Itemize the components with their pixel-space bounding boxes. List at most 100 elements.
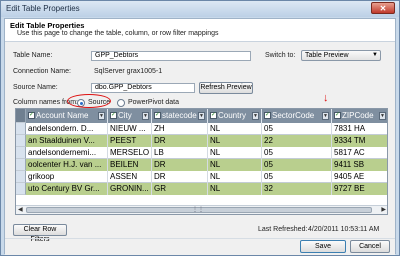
column-header-zipcode[interactable]: ✓ ZIPCode ▼ — [332, 109, 387, 123]
row-selector[interactable] — [16, 123, 26, 135]
window-title: Edit Table Properties — [6, 4, 80, 13]
cell-city: ASSEN — [108, 171, 152, 183]
row-selector[interactable] — [16, 147, 26, 159]
cell-zipcode: 9727 BE — [332, 183, 387, 195]
annotation-arrow-icon: ↓ — [323, 92, 329, 104]
page-title: Edit Table Properties — [10, 21, 85, 30]
cell-statecode: ZH — [152, 123, 208, 135]
edit-table-properties-dialog: Edit Table Properties ✕ Edit Table Prope… — [0, 0, 400, 256]
row-selector[interactable] — [16, 159, 26, 171]
filter-dropdown-icon[interactable]: ▼ — [322, 112, 329, 120]
cell-statecode: DR — [152, 159, 208, 171]
refresh-preview-button[interactable]: Refresh Preview — [199, 82, 253, 94]
cell-city: BEILEN — [108, 159, 152, 171]
column-header-country[interactable]: ✓ Country ▼ — [208, 109, 262, 123]
cell-city: MERSELO — [108, 147, 152, 159]
checkbox-icon[interactable]: ✓ — [210, 112, 217, 119]
cell-statecode: DR — [152, 135, 208, 147]
checkbox-icon[interactable]: ✓ — [264, 112, 271, 119]
filter-dropdown-icon[interactable]: ▼ — [379, 112, 386, 120]
filter-dropdown-icon[interactable]: ▼ — [98, 112, 105, 120]
cell-zipcode: 9334 TM — [332, 135, 387, 147]
radio-powerpivot[interactable] — [117, 99, 125, 107]
row-selector[interactable] — [16, 183, 26, 195]
table-name-field[interactable]: GPP_Debtors — [91, 51, 251, 61]
page-subtitle: Use this page to change the table, colum… — [17, 30, 219, 37]
cell-zipcode: 9411 SB — [332, 159, 387, 171]
cell-sectorcode: 05 — [262, 123, 332, 135]
table-row[interactable]: grikoop ASSEN DR NL 05 9405 AE — [26, 171, 387, 183]
cell-sectorcode: 05 — [262, 159, 332, 171]
connection-name-value: SqlServer grax1005-1 — [94, 68, 163, 75]
filter-dropdown-icon[interactable]: ▼ — [252, 112, 259, 120]
switch-to-select[interactable]: Table Preview ▼ — [301, 50, 381, 61]
cell-country: NL — [208, 123, 262, 135]
row-selector[interactable] — [16, 135, 26, 147]
column-header-sectorcode[interactable]: ✓ SectorCode ▼ — [262, 109, 332, 123]
clear-row-filters-button[interactable]: Clear Row Filters — [13, 224, 67, 243]
cell-account-name: uto Century BV Gr... — [26, 183, 108, 195]
cell-account-name: oolcenter H.J. van ... — [26, 159, 108, 171]
last-refreshed-label: Last Refreshed: — [258, 226, 308, 233]
title-bar: Edit Table Properties ✕ — [1, 1, 399, 17]
column-header-city[interactable]: ✓ City ▼ — [108, 109, 152, 123]
cell-account-name: grikoop — [26, 171, 108, 183]
cell-zipcode: 7831 HA — [332, 123, 387, 135]
checkbox-icon[interactable]: ✓ — [28, 112, 35, 119]
column-header-account-name[interactable]: ✓ Account Name ▼ — [26, 109, 108, 123]
source-name-field[interactable]: dbo.GPP_Debtors — [91, 83, 195, 93]
table-row[interactable]: andelsondernemi... MERSELO LB NL 05 5817… — [26, 147, 387, 159]
checkbox-icon[interactable]: ✓ — [154, 112, 161, 119]
save-button[interactable]: Save — [300, 240, 346, 253]
header-band: Edit Table Properties Use this page to c… — [5, 19, 395, 41]
source-name-label: Source Name: — [13, 84, 58, 91]
cell-sectorcode: 32 — [262, 183, 332, 195]
filter-dropdown-icon[interactable]: ▼ — [198, 112, 205, 120]
table-row[interactable]: andelsondern. D... NIEUW ... ZH NL 05 78… — [26, 123, 387, 135]
switch-to-value: Table Preview — [305, 52, 349, 59]
last-refreshed-value: 4/20/2011 10:53:11 AM — [308, 226, 380, 233]
cell-city: NIEUW ... — [108, 123, 152, 135]
close-button[interactable]: ✕ — [371, 2, 395, 14]
cell-zipcode: 9405 AE — [332, 171, 387, 183]
filter-dropdown-icon[interactable]: ▼ — [142, 112, 149, 120]
cell-country: NL — [208, 183, 262, 195]
cell-sectorcode: 05 — [262, 147, 332, 159]
cell-statecode: DR — [152, 171, 208, 183]
select-all-cell[interactable] — [16, 109, 26, 123]
table-row[interactable]: an Staalduinen V... PEEST DR NL 22 9334 … — [26, 135, 387, 147]
radio-powerpivot-label: PowerPivot data — [128, 99, 179, 106]
row-selector[interactable] — [16, 171, 26, 183]
cell-city: GRONIN... — [108, 183, 152, 195]
cell-zipcode: 5817 AC — [332, 147, 387, 159]
cell-account-name: an Staalduinen V... — [26, 135, 108, 147]
cell-country: NL — [208, 171, 262, 183]
scroll-right-icon[interactable]: ▶ — [381, 206, 386, 213]
table-name-label: Table Name: — [13, 52, 53, 59]
table-row[interactable]: oolcenter H.J. van ... BEILEN DR NL 05 9… — [26, 159, 387, 171]
scroll-left-icon[interactable]: ◀ — [18, 206, 23, 213]
cell-country: NL — [208, 135, 262, 147]
horizontal-scrollbar[interactable]: ◀ ⋮⋮ ▶ — [16, 205, 387, 214]
cancel-button[interactable]: Cancel — [350, 240, 390, 253]
switch-to-label: Switch to: — [265, 52, 296, 59]
cell-statecode: LB — [152, 147, 208, 159]
dialog-body: Edit Table Properties Use this page to c… — [4, 18, 396, 255]
grip-icon: ⋮⋮ — [192, 207, 204, 213]
cell-sectorcode: 05 — [262, 171, 332, 183]
table-row[interactable]: uto Century BV Gr... GRONIN... GR NL 32 … — [26, 183, 387, 195]
annotation-circle — [67, 94, 111, 108]
cell-country: NL — [208, 147, 262, 159]
grid-header: ✓ Account Name ▼ ✓ City ▼ ✓ statecode ▼ — [16, 109, 387, 123]
form-area: Table Name: GPP_Debtors Connection Name:… — [5, 42, 395, 255]
column-header-statecode[interactable]: ✓ statecode ▼ — [152, 109, 208, 123]
cell-country: NL — [208, 159, 262, 171]
preview-grid: ✓ Account Name ▼ ✓ City ▼ ✓ statecode ▼ — [15, 108, 388, 215]
checkbox-icon[interactable]: ✓ — [334, 112, 341, 119]
cell-account-name: andelsondernemi... — [26, 147, 108, 159]
cell-account-name: andelsondern. D... — [26, 123, 108, 135]
cell-sectorcode: 22 — [262, 135, 332, 147]
checkbox-icon[interactable]: ✓ — [110, 112, 117, 119]
chevron-down-icon: ▼ — [372, 52, 378, 58]
footer-divider — [5, 238, 395, 239]
